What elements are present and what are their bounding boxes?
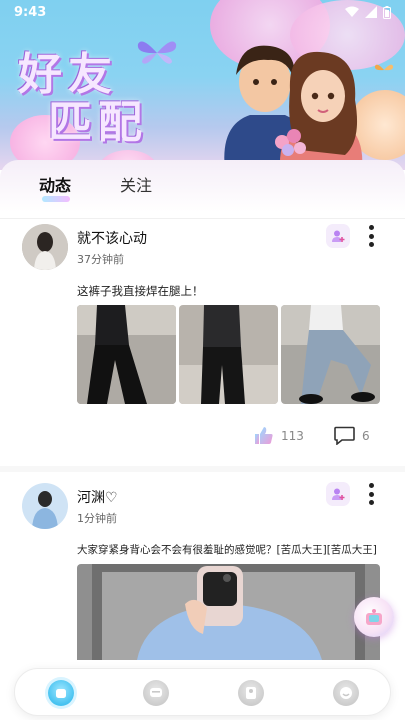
photo-content bbox=[281, 305, 380, 404]
couple-illustration bbox=[224, 45, 363, 170]
add-friend-icon bbox=[332, 230, 345, 242]
banner-title-line2: 匹配 bbox=[48, 97, 148, 148]
post-photo[interactable] bbox=[77, 564, 380, 660]
butterfly-icon bbox=[374, 64, 394, 71]
username[interactable]: 河渊♡ bbox=[77, 487, 118, 507]
photo-content bbox=[77, 564, 380, 660]
battery-icon bbox=[383, 5, 391, 19]
photo-content bbox=[77, 305, 176, 404]
post-time: 37分钟前 bbox=[77, 253, 124, 266]
thumbs-up-icon bbox=[255, 427, 273, 444]
wifi-icon bbox=[345, 6, 359, 17]
add-friend-button[interactable] bbox=[326, 482, 350, 506]
feed-tabs: 动态 关注 bbox=[0, 160, 405, 212]
tab-moments[interactable]: 动态 bbox=[39, 172, 71, 196]
comment-bubble-icon bbox=[334, 426, 355, 445]
home-icon bbox=[56, 689, 66, 698]
comment-button[interactable]: 6 bbox=[334, 426, 370, 445]
floating-match-button[interactable] bbox=[354, 597, 394, 637]
avatar[interactable] bbox=[22, 224, 68, 270]
profile-icon bbox=[340, 687, 352, 699]
divider bbox=[0, 218, 405, 219]
friend-match-banner[interactable]: 好友 匹配 bbox=[0, 0, 405, 170]
status-bar: 9:43 bbox=[0, 0, 405, 24]
comment-count: 6 bbox=[362, 428, 370, 443]
avatar-image bbox=[22, 483, 68, 529]
nav-messages[interactable] bbox=[143, 680, 169, 706]
status-icons bbox=[345, 5, 391, 19]
signal-icon bbox=[365, 6, 377, 18]
post-separator bbox=[0, 466, 405, 472]
nav-home[interactable] bbox=[48, 680, 74, 706]
avatar-image bbox=[22, 224, 68, 270]
photo-content bbox=[179, 305, 278, 404]
bottom-navigation bbox=[14, 668, 391, 716]
nav-friends[interactable] bbox=[238, 680, 264, 706]
add-friend-button[interactable] bbox=[326, 224, 350, 248]
more-options-button[interactable] bbox=[361, 223, 381, 249]
like-count: 113 bbox=[281, 428, 304, 443]
post-photo[interactable] bbox=[281, 305, 380, 404]
avatar[interactable] bbox=[22, 483, 68, 529]
nav-profile[interactable] bbox=[333, 680, 359, 706]
post-text: 这裤子我直接焊在腿上！ bbox=[77, 284, 204, 298]
butterfly-icon bbox=[137, 41, 177, 64]
add-friend-icon bbox=[332, 488, 345, 500]
more-vertical-icon bbox=[368, 225, 374, 230]
like-button[interactable]: 113 bbox=[254, 426, 304, 445]
status-time: 9:43 bbox=[14, 4, 47, 20]
active-tab-indicator bbox=[42, 196, 70, 202]
tab-following[interactable]: 关注 bbox=[120, 172, 152, 196]
more-options-button[interactable] bbox=[361, 481, 381, 507]
username[interactable]: 就不该心动 bbox=[77, 228, 147, 248]
post-time: 1分钟前 bbox=[77, 512, 117, 525]
gift-icon bbox=[366, 609, 382, 625]
post-text: 大家穿紧身背心会不会有很羞耻的感觉呢？[苦瓜大王][苦瓜大王] bbox=[77, 544, 377, 556]
more-vertical-icon bbox=[368, 483, 374, 488]
friends-icon bbox=[246, 687, 256, 699]
post-photo[interactable] bbox=[77, 305, 176, 404]
messages-icon bbox=[150, 688, 162, 697]
post-photo[interactable] bbox=[179, 305, 278, 404]
